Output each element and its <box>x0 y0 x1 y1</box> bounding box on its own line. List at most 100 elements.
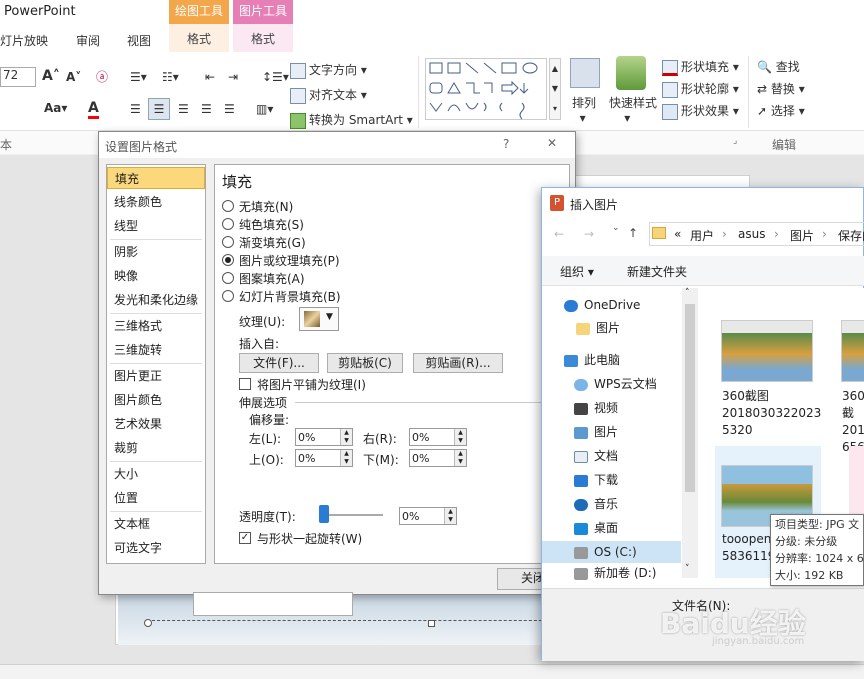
shapes-gallery-scroll[interactable]: ▲ ▼ ▾ <box>549 58 561 120</box>
file-thumbnail[interactable] <box>721 320 813 382</box>
tree-item-onedrive-pictures[interactable]: 图片 <box>576 317 620 339</box>
rotate-with-shape-checkbox[interactable]: ✓ <box>239 532 251 544</box>
align-center-icon[interactable]: ☰ <box>148 98 170 120</box>
file-button[interactable]: 文件(F)... <box>239 353 319 373</box>
tree-item-downloads[interactable]: 下载 <box>574 469 618 491</box>
tree-item-d-drive[interactable]: 新加卷 (D:) <box>574 565 656 581</box>
tree-item-onedrive[interactable]: OneDrive <box>564 294 640 316</box>
replace-button[interactable]: ⇄ 替换 ▾ <box>757 80 805 97</box>
align-text-button[interactable]: 对齐文本 ▾ <box>290 86 367 104</box>
numbering-icon[interactable]: ☷▾ <box>162 70 179 84</box>
shrink-font-button[interactable]: A˅ <box>66 70 81 84</box>
distributed-icon[interactable]: ☰ <box>224 102 235 116</box>
spinner-arrows-icon[interactable]: ▲ ▼ <box>340 450 352 466</box>
grow-font-button[interactable]: A˄ <box>42 68 60 84</box>
nav-item-fill[interactable]: 填充 <box>107 167 205 189</box>
quick-styles-button[interactable]: 快速样式 ▾ <box>609 94 657 125</box>
find-button[interactable]: 🔍 查找 <box>757 58 800 75</box>
tab-drawing-format[interactable]: 格式 <box>169 24 229 52</box>
tab-view[interactable]: 视图 <box>127 32 151 49</box>
nav-item-line-style[interactable]: 线型 <box>107 215 205 237</box>
tree-item-desktop[interactable]: 桌面 <box>574 517 618 539</box>
bullets-icon[interactable]: ☰▾ <box>130 70 147 84</box>
close-icon[interactable]: ✕ <box>547 136 557 150</box>
spinner-arrows-icon[interactable]: ▲ ▼ <box>340 429 352 445</box>
clipboard-button[interactable]: 剪贴板(C) <box>327 353 403 373</box>
nav-item-reflection[interactable]: 映像 <box>107 265 205 287</box>
tree-item-c-drive[interactable]: OS (C:) <box>542 541 681 563</box>
breadcrumb-item[interactable]: 用户 <box>690 227 714 244</box>
nav-item-alt-text[interactable]: 可选文字 <box>107 537 205 559</box>
tree-item-documents[interactable]: 文档 <box>574 445 618 467</box>
nav-item-shadow[interactable]: 阴影 <box>107 241 205 263</box>
breadcrumb-item[interactable]: 图片 <box>790 227 814 244</box>
increase-indent-icon[interactable]: ⇥ <box>228 70 238 84</box>
file-thumbnail[interactable] <box>849 446 864 516</box>
align-right-icon[interactable]: ☰ <box>178 102 189 116</box>
select-button[interactable]: ➚ 选择 ▾ <box>757 102 805 119</box>
font-color-button[interactable]: A <box>88 100 99 119</box>
shape-fill-button[interactable]: 形状填充 ▾ <box>662 58 739 76</box>
tab-picture-format[interactable]: 格式 <box>233 24 293 52</box>
tree-item-videos[interactable]: 视频 <box>574 397 618 419</box>
justify-icon[interactable]: ☰ <box>201 102 212 116</box>
columns-icon[interactable]: ▥▾ <box>256 102 273 116</box>
tree-item-music[interactable]: 音乐 <box>574 493 618 515</box>
up-arrow-icon[interactable]: ↑ <box>628 226 638 240</box>
align-left-icon[interactable]: ☰ <box>130 102 141 116</box>
spinner-arrows-icon[interactable]: ▲ ▼ <box>454 450 466 466</box>
text-direction-button[interactable]: 文字方向 ▾ <box>290 61 367 79</box>
nav-item-3d-format[interactable]: 三维格式 <box>107 315 205 337</box>
nav-item-crop[interactable]: 裁剪 <box>107 437 205 459</box>
scrollbar-thumb[interactable] <box>685 304 695 492</box>
file-name[interactable]: 360截图 2018030322023 5320 <box>722 388 821 439</box>
nav-item-glow[interactable]: 发光和柔化边缘 <box>107 289 205 311</box>
tile-checkbox[interactable] <box>239 378 251 390</box>
nav-item-picture-color[interactable]: 图片颜色 <box>107 389 205 411</box>
resize-handle[interactable] <box>428 620 435 627</box>
top-offset-input[interactable]: 0% ▲ ▼ <box>295 449 353 467</box>
file-thumbnail[interactable] <box>841 320 864 382</box>
organize-button[interactable]: 组织 ▾ <box>560 263 594 280</box>
clear-format-icon[interactable]: ⓐ <box>96 68 108 85</box>
tree-scrollbar[interactable]: ˄ ˅ <box>682 288 698 578</box>
nav-item-size[interactable]: 大小 <box>107 463 205 485</box>
clipart-button[interactable]: 剪贴画(R)... <box>413 353 503 373</box>
spinner-arrows-icon[interactable]: ▲ ▼ <box>444 508 456 524</box>
arrange-button[interactable]: 排列 ▾ <box>572 94 596 125</box>
filename-input[interactable] <box>193 592 353 616</box>
tree-item-wps[interactable]: WPS云文档 <box>574 373 657 395</box>
scroll-down-icon[interactable]: ˅ <box>685 564 690 574</box>
transparency-input[interactable]: 0% ▲ ▼ <box>399 507 457 525</box>
breadcrumb-item[interactable]: « <box>674 227 681 241</box>
convert-smartart-button[interactable]: 转换为 SmartArt ▾ <box>290 111 413 129</box>
texture-dropdown[interactable]: ▼ <box>299 307 339 331</box>
nav-item-textbox[interactable]: 文本框 <box>107 513 205 535</box>
bottom-offset-input[interactable]: 0% ▲ ▼ <box>409 449 467 467</box>
shapes-gallery[interactable] <box>425 58 547 120</box>
nav-item-line-color[interactable]: 线条颜色 <box>107 191 205 213</box>
tree-item-this-pc[interactable]: 此电脑 <box>564 349 620 371</box>
tab-slideshow[interactable]: 灯片放映 <box>0 32 48 49</box>
scroll-up-icon[interactable]: ˄ <box>685 288 690 298</box>
spinner-arrows-icon[interactable]: ▲ ▼ <box>454 429 466 445</box>
left-offset-input[interactable]: 0% ▲ ▼ <box>295 428 353 446</box>
new-folder-button[interactable]: 新建文件夹 <box>627 263 687 280</box>
nav-item-artistic-effects[interactable]: 艺术效果 <box>107 413 205 435</box>
help-button[interactable]: ? <box>503 137 509 151</box>
radio-pattern-fill[interactable] <box>222 272 234 284</box>
right-offset-input[interactable]: 0% ▲ ▼ <box>409 428 467 446</box>
dialog-launcher-icon[interactable]: ⌟ <box>733 136 737 146</box>
radio-solid-fill[interactable] <box>222 218 234 230</box>
breadcrumb-item[interactable]: asus <box>738 227 765 241</box>
decrease-indent-icon[interactable]: ⇤ <box>205 70 215 84</box>
nav-item-3d-rotation[interactable]: 三维旋转 <box>107 339 205 361</box>
breadcrumb-item[interactable]: 保存的 <box>838 227 864 244</box>
radio-no-fill[interactable] <box>222 200 234 212</box>
font-size-box[interactable]: 72 <box>0 67 36 87</box>
radio-background-fill[interactable] <box>222 290 234 302</box>
quick-styles-icon[interactable] <box>616 56 646 90</box>
resize-handle[interactable] <box>144 619 152 627</box>
shape-effects-button[interactable]: 形状效果 ▾ <box>662 102 739 120</box>
back-arrow-icon[interactable]: ← <box>554 227 564 241</box>
